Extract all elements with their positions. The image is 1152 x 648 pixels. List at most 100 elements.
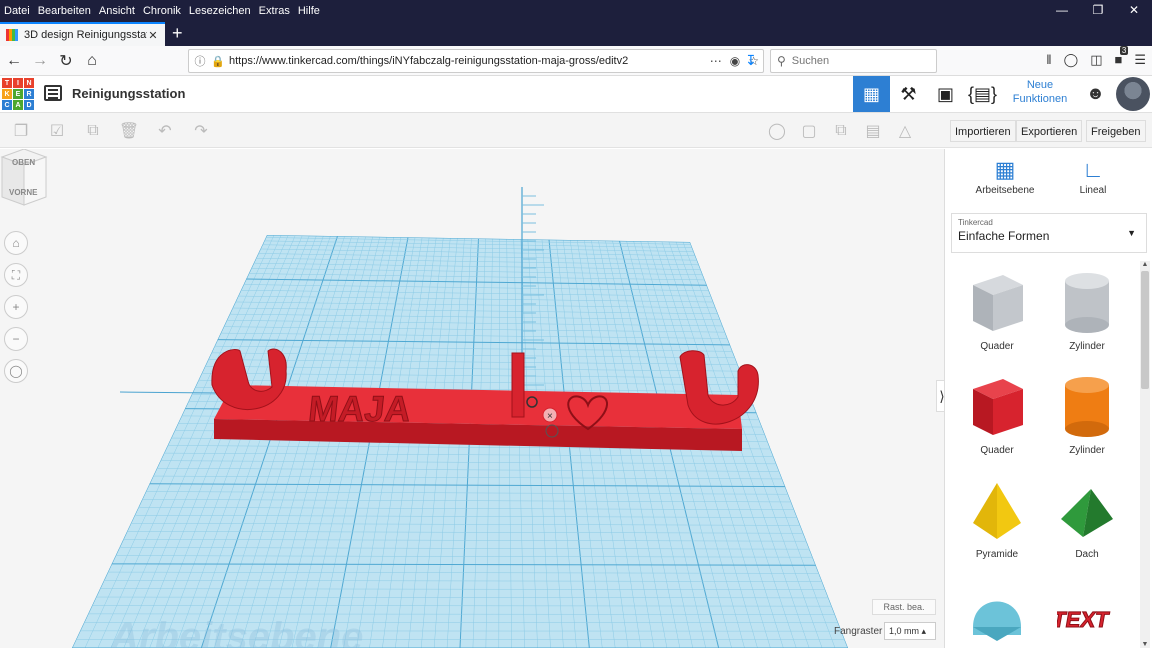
align-icon[interactable]: ▤	[858, 118, 888, 144]
shape-pyramid[interactable]: Pyramide	[955, 479, 1039, 560]
redo-icon[interactable]: ↷	[186, 118, 216, 144]
new-features-link[interactable]: Neue Funktionen	[1008, 77, 1072, 106]
shape-library-select[interactable]: Tinkercad Einfache Formen ▼	[951, 213, 1147, 253]
zoom-out-icon[interactable]: −	[4, 327, 28, 351]
menu-extras[interactable]: Extras	[255, 5, 294, 17]
shape-cylinder[interactable]: Zylinder	[1045, 375, 1129, 456]
tab-title: 3D design Reinigungsstation M	[24, 29, 147, 41]
trash-icon[interactable]: 🗑	[114, 118, 144, 144]
library-name: Einfache Formen	[958, 229, 1050, 243]
shape-box-hole[interactable]: Quader	[955, 271, 1039, 352]
new-tab-icon[interactable]: +	[172, 22, 183, 44]
viewcube-top-label[interactable]: OBEN	[12, 158, 35, 167]
extension-icon[interactable]: ■ 3	[1114, 46, 1129, 68]
url-bar[interactable]: ⓘ 🔒 https://www.tinkercad.com/things/iNY…	[188, 49, 764, 73]
perspective-icon[interactable]: ◯	[4, 359, 28, 383]
copy-icon[interactable]: ❐	[6, 118, 36, 144]
design-title[interactable]: Reinigungsstation	[72, 86, 185, 101]
import-button[interactable]: Importieren	[950, 120, 1016, 142]
close-icon[interactable]: ✕	[1116, 0, 1152, 22]
shield-icon[interactable]: ◯	[1064, 52, 1079, 68]
snap-grid-label: Fangraster	[834, 626, 883, 637]
export-button[interactable]: Exportieren	[1016, 120, 1083, 142]
scroll-up-icon[interactable]: ▲	[1140, 261, 1150, 268]
workplane-viewport[interactable]: MAJA × OBEN VORNE ⌂ ⛶ + − ◯ Arbeitsebene…	[0, 149, 944, 648]
logo-letter: I	[13, 78, 23, 88]
brick-icon[interactable]: ▣	[927, 76, 964, 112]
avatar[interactable]	[1116, 77, 1150, 111]
search-box[interactable]: ⚲	[770, 49, 937, 73]
round-roof-icon	[973, 601, 1021, 641]
logo-letter: R	[24, 89, 34, 99]
paste-icon[interactable]: ☑	[42, 118, 72, 144]
edit-grid-button[interactable]: Rast. bea.	[872, 599, 936, 615]
ruler-tool[interactable]: ∟ Lineal	[1053, 155, 1133, 196]
minimize-icon[interactable]: —	[1044, 0, 1080, 22]
workplane-tool[interactable]: ▦ Arbeitsebene	[965, 155, 1045, 196]
design-list-icon[interactable]	[44, 85, 62, 101]
edit-toolbar: ❐ ☑ ⧉ 🗑 ↶ ↷ ◯ ▢ ⧉ ▤ △ Importieren Export…	[0, 113, 1152, 148]
workplane-watermark: Arbeitsebene	[110, 615, 364, 648]
menu-hilfe[interactable]: Hilfe	[294, 5, 324, 17]
pocket-icon[interactable]: ◉	[730, 54, 740, 68]
url-text[interactable]: https://www.tinkercad.com/things/iNYfabc…	[229, 55, 710, 67]
navigation-controls: ⌂ ⛶ + − ◯	[4, 231, 28, 383]
fit-view-icon[interactable]: ⛶	[4, 263, 28, 287]
menu-chronik[interactable]: Chronik	[139, 5, 185, 17]
lock-icon[interactable]: 🔒	[211, 55, 225, 68]
menu-ansicht[interactable]: Ansicht	[95, 5, 139, 17]
scroll-thumb[interactable]	[1141, 271, 1149, 389]
tinkercad-logo[interactable]: TIN KER CAD	[2, 78, 34, 110]
panel-scrollbar[interactable]: ▲ ▼	[1140, 261, 1150, 648]
back-icon[interactable]: ←	[2, 49, 26, 73]
ungroup-icon[interactable]: ⧉	[826, 118, 856, 144]
zoom-in-icon[interactable]: +	[4, 295, 28, 319]
shapes-panel: ▦ Arbeitsebene ∟ Lineal Tinkercad Einfac…	[944, 149, 1152, 648]
duplicate-icon[interactable]: ⧉	[78, 118, 108, 144]
forward-icon[interactable]: →	[28, 49, 52, 73]
page-actions-icon[interactable]: ⋯	[710, 54, 722, 68]
tab-close-icon[interactable]: ✕	[147, 29, 159, 42]
hamburger-menu-icon[interactable]: ☰	[1134, 52, 1146, 68]
panel-collapse-chevron-icon[interactable]: ⟩	[936, 380, 944, 412]
workplane-scene[interactable]: MAJA ×	[0, 149, 944, 648]
logo-letter: T	[2, 78, 12, 88]
lightbulb-icon[interactable]: ◯	[762, 118, 792, 144]
logo-letter: E	[13, 89, 23, 99]
menu-lesezeichen[interactable]: Lesezeichen	[185, 5, 255, 17]
menu-bearbeiten[interactable]: Bearbeiten	[34, 5, 95, 17]
view-cube[interactable]: OBEN VORNE	[0, 149, 48, 207]
shape-text[interactable]: TEXT	[1045, 583, 1129, 648]
codeblocks-icon[interactable]: {▤}	[964, 76, 1001, 112]
library-icon[interactable]: ‖	[1046, 52, 1051, 68]
group-icon[interactable]: ▢	[794, 118, 824, 144]
home-icon[interactable]: ⌂	[80, 49, 104, 73]
browser-tab[interactable]: 3D design Reinigungsstation M ✕	[0, 22, 165, 46]
toolbar-right: ‖ ◯ ◫ ■ 3 ☰	[1046, 46, 1146, 68]
add-user-icon[interactable]: ☻	[1086, 83, 1105, 104]
download-icon[interactable]: ↧	[745, 52, 757, 69]
shape-round-roof[interactable]	[955, 583, 1039, 648]
mirror-icon[interactable]: △	[890, 118, 920, 144]
maximize-icon[interactable]: ❐	[1080, 0, 1116, 22]
search-input[interactable]	[791, 55, 922, 67]
shape-cylinder-hole[interactable]: Zylinder	[1045, 271, 1129, 352]
box-icon	[973, 379, 1023, 435]
share-button[interactable]: Freigeben	[1086, 120, 1146, 142]
menu-datei[interactable]: Datei	[0, 5, 34, 17]
undo-icon[interactable]: ↶	[150, 118, 180, 144]
home-view-icon[interactable]: ⌂	[4, 231, 28, 255]
ruler-tool-icon: ∟	[1082, 157, 1104, 182]
caret-down-icon: ▼	[1127, 228, 1136, 238]
info-icon[interactable]: ⓘ	[193, 53, 207, 69]
reload-icon[interactable]: ↻	[54, 49, 78, 73]
shape-roof[interactable]: Dach	[1045, 479, 1129, 560]
logo-letter: N	[24, 78, 34, 88]
viewcube-front-label[interactable]: VORNE	[9, 188, 38, 197]
pickaxe-icon[interactable]: ⚒	[890, 76, 927, 112]
sidebar-icon[interactable]: ◫	[1090, 52, 1102, 68]
snap-grid-select[interactable]: 1,0 mm ▴	[884, 622, 936, 640]
scroll-down-icon[interactable]: ▼	[1140, 641, 1150, 648]
shape-box[interactable]: Quader	[955, 375, 1039, 456]
grid-view-icon[interactable]: ▦	[853, 76, 890, 112]
